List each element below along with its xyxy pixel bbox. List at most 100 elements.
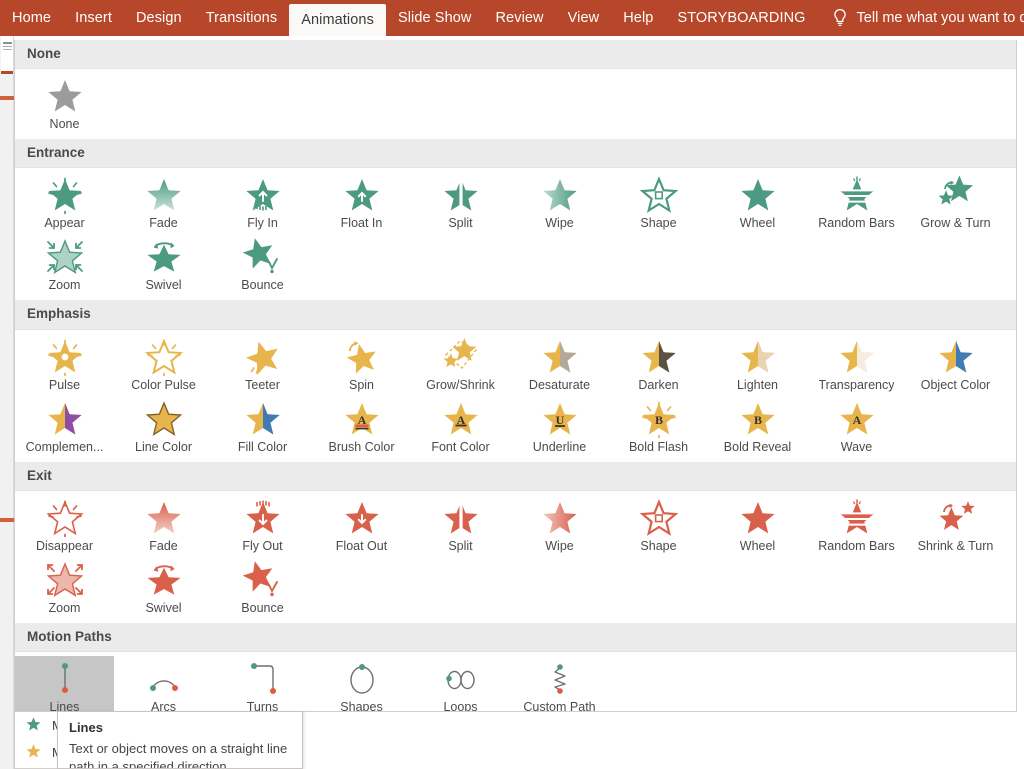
animation-item-label: Fill Color bbox=[237, 439, 288, 454]
animation-item-wipe[interactable]: Wipe bbox=[510, 495, 609, 557]
animation-item-darken[interactable]: Darken bbox=[609, 334, 708, 396]
star-outline-box-icon bbox=[639, 498, 679, 536]
animation-item-zoom[interactable]: Zoom bbox=[15, 234, 114, 296]
animation-item-brush-color[interactable]: A Brush Color bbox=[312, 396, 411, 458]
animation-item-spin[interactable]: Spin bbox=[312, 334, 411, 396]
strip-accent-tick bbox=[0, 518, 14, 522]
animation-item-bold-flash[interactable]: B Bold Flash bbox=[609, 396, 708, 458]
section-body-exit: Disappear Fade Fly Out Float Out Split Wipe Sh… bbox=[15, 490, 1016, 623]
animation-item-label: Swivel bbox=[145, 600, 182, 615]
star-split-icon bbox=[441, 500, 481, 536]
animation-item-split[interactable]: Split bbox=[411, 495, 510, 557]
ribbon-tab-insert[interactable]: Insert bbox=[63, 0, 124, 36]
animation-item-wheel[interactable]: Wheel bbox=[708, 172, 807, 234]
section-header-entrance: Entrance bbox=[15, 139, 1016, 169]
animation-item-swivel[interactable]: Swivel bbox=[114, 557, 213, 619]
animation-item-label: Loops bbox=[443, 700, 478, 712]
animation-item-wheel[interactable]: Wheel bbox=[708, 495, 807, 557]
animation-item-label: Grow/Shrink bbox=[426, 377, 495, 392]
animation-item-label: Disappear bbox=[36, 538, 93, 553]
animation-item-disappear[interactable]: Disappear bbox=[15, 495, 114, 557]
animation-item-arcs[interactable]: Arcs bbox=[114, 656, 213, 711]
animation-item-shrink-turn[interactable]: Shrink & Turn bbox=[906, 495, 1005, 557]
animation-item-float-out[interactable]: Float Out bbox=[312, 495, 411, 557]
animation-item-label: Random Bars bbox=[818, 538, 895, 553]
animation-item-bold-reveal[interactable]: B Bold Reveal bbox=[708, 396, 807, 458]
animation-item-line-color[interactable]: Line Color bbox=[114, 396, 213, 458]
animation-item-wipe[interactable]: Wipe bbox=[510, 172, 609, 234]
animation-item-zoom[interactable]: Zoom bbox=[15, 557, 114, 619]
ribbon-tab-home[interactable]: Home bbox=[0, 0, 63, 36]
star-wipe-icon bbox=[540, 177, 580, 213]
ribbon-tab-view[interactable]: View bbox=[556, 0, 612, 36]
star-outline-burst-icon bbox=[45, 499, 85, 537]
ribbon-tab-animations[interactable]: Animations bbox=[289, 4, 386, 36]
path-loop-icon bbox=[441, 661, 481, 697]
animation-item-desaturate[interactable]: Desaturate bbox=[510, 334, 609, 396]
star-letter-b-icon: B bbox=[738, 401, 778, 437]
ribbon-tab-design[interactable]: Design bbox=[124, 0, 194, 36]
ribbon-tab-transitions[interactable]: Transitions bbox=[194, 0, 289, 36]
path-arc-icon bbox=[144, 661, 184, 697]
ribbon-tab-review[interactable]: Review bbox=[483, 0, 555, 36]
animation-item-pulse[interactable]: Pulse bbox=[15, 334, 114, 396]
animation-item-object-color[interactable]: Object Color bbox=[906, 334, 1005, 396]
animation-item-shape[interactable]: Shape bbox=[609, 495, 708, 557]
section-header-motion-paths: Motion Paths bbox=[15, 622, 1016, 653]
animation-item-complemen[interactable]: Complemen... bbox=[15, 396, 114, 458]
animation-item-label: Complemen... bbox=[25, 439, 104, 454]
animation-item-random-bars[interactable]: Random Bars bbox=[807, 495, 906, 557]
animation-item-float-in[interactable]: Float In bbox=[312, 172, 411, 234]
animation-item-font-color[interactable]: A Font Color bbox=[411, 396, 510, 458]
document-left-strip bbox=[0, 36, 14, 769]
document-sliver bbox=[1, 36, 13, 74]
star-gold-icon bbox=[25, 743, 42, 762]
animation-item-none[interactable]: None bbox=[15, 73, 114, 135]
ribbon-tab-help[interactable]: Help bbox=[611, 0, 665, 36]
ribbon-tab-storyboarding[interactable]: STORYBOARDING bbox=[665, 0, 817, 36]
animation-item-fill-color[interactable]: Fill Color bbox=[213, 396, 312, 458]
animation-item-lighten[interactable]: Lighten bbox=[708, 334, 807, 396]
animation-item-loops[interactable]: Loops bbox=[411, 656, 510, 712]
animation-item-split[interactable]: Split bbox=[411, 172, 510, 234]
animation-item-fly-in[interactable]: Fly In bbox=[213, 172, 312, 234]
animation-item-swivel[interactable]: Swivel bbox=[114, 234, 213, 296]
animation-item-label: Fade bbox=[149, 538, 178, 553]
animation-item-label: Fly Out bbox=[242, 538, 283, 553]
star-grow-turn-icon bbox=[936, 176, 976, 213]
star-spin-icon bbox=[342, 339, 382, 375]
strip-accent-tick bbox=[0, 96, 14, 100]
star-shrink-turn-icon bbox=[936, 500, 976, 536]
animation-item-label: Wipe bbox=[545, 216, 574, 231]
animation-item-underline[interactable]: U Underline bbox=[510, 396, 609, 458]
animation-item-wave[interactable]: A Wave bbox=[807, 396, 906, 458]
animation-item-transparency[interactable]: Transparency bbox=[807, 334, 906, 396]
tell-me-search[interactable]: Tell me what you want to do bbox=[818, 0, 1024, 36]
animation-item-lines[interactable]: Lines bbox=[15, 656, 114, 711]
animation-item-bounce[interactable]: Bounce bbox=[213, 234, 312, 296]
animation-item-teeter[interactable]: Teeter bbox=[213, 334, 312, 396]
animation-item-shapes[interactable]: Shapes bbox=[312, 656, 411, 711]
animation-item-label: Pulse bbox=[48, 377, 81, 392]
animation-item-grow-shrink[interactable]: Grow/Shrink bbox=[411, 334, 510, 396]
animation-item-label: Float In bbox=[340, 216, 383, 231]
animation-item-label: Split bbox=[448, 216, 473, 231]
animation-item-fly-out[interactable]: Fly Out bbox=[213, 495, 312, 557]
star-half-dark-icon bbox=[639, 339, 679, 375]
ribbon-tab-slide-show[interactable]: Slide Show bbox=[386, 0, 484, 36]
animation-item-bounce[interactable]: Bounce bbox=[213, 557, 312, 619]
star-arrow-down-small-icon bbox=[342, 500, 382, 536]
animation-item-custom-path[interactable]: Custom Path bbox=[510, 656, 609, 711]
animation-item-label: Shrink & Turn bbox=[917, 538, 994, 553]
star-burst-icon bbox=[45, 177, 85, 215]
animation-item-shape[interactable]: Shape bbox=[609, 172, 708, 234]
section-body-none: None bbox=[15, 69, 1016, 140]
animation-item-color-pulse[interactable]: Color Pulse bbox=[114, 334, 213, 396]
animation-item-turns[interactable]: Turns bbox=[213, 656, 312, 711]
animation-item-appear[interactable]: Appear bbox=[15, 172, 114, 234]
star-outline-box-icon bbox=[639, 176, 679, 214]
animation-item-fade[interactable]: Fade bbox=[114, 495, 213, 557]
animation-item-grow-turn[interactable]: Grow & Turn bbox=[906, 172, 1005, 234]
animation-item-random-bars[interactable]: Random Bars bbox=[807, 172, 906, 234]
animation-item-fade[interactable]: Fade bbox=[114, 172, 213, 234]
